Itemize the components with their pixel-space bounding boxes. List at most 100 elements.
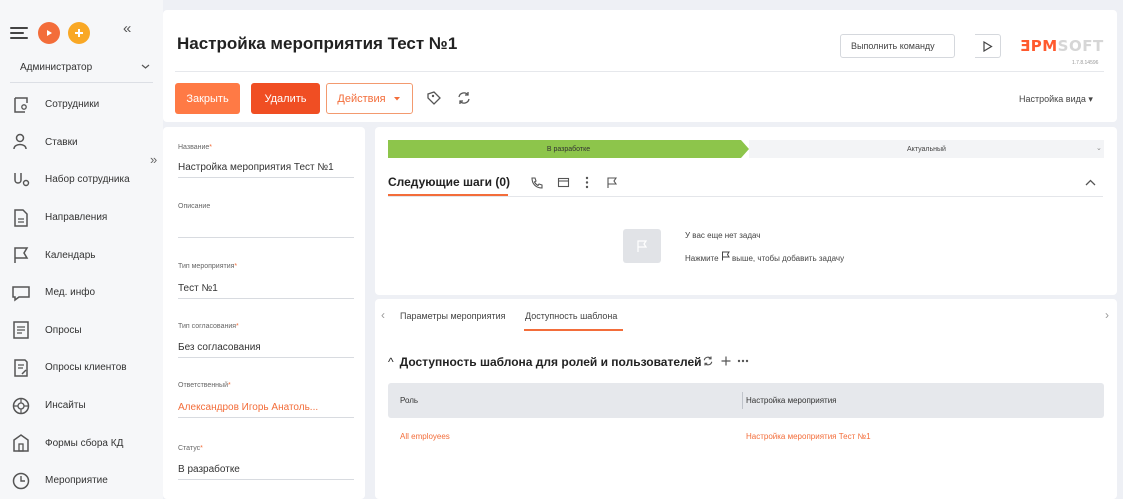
more-horizontal-icon[interactable] bbox=[737, 359, 749, 363]
sidebar-item-label: Опросы клиентов bbox=[45, 362, 127, 374]
active-tab-underline bbox=[524, 329, 623, 331]
view-settings-button[interactable]: Настройка вида ▾ bbox=[1019, 94, 1093, 105]
field-approval-value[interactable]: Без согласования bbox=[178, 342, 261, 353]
delete-button[interactable]: Удалить bbox=[251, 83, 320, 114]
sidebar-item-label: Направления bbox=[45, 212, 108, 224]
chevron-up-icon[interactable]: ^ bbox=[388, 355, 394, 369]
field-underline bbox=[178, 479, 354, 480]
sidebar-item-event[interactable]: Мероприятие bbox=[0, 462, 163, 499]
close-button[interactable]: Закрыть bbox=[175, 83, 240, 114]
sidebar-item-med-info[interactable]: Мед. инфо bbox=[0, 274, 163, 312]
role-label: Администратор bbox=[20, 62, 93, 73]
field-type-value[interactable]: Тест №1 bbox=[178, 283, 218, 294]
phone-icon[interactable] bbox=[530, 176, 543, 189]
sidebar-item-label: Мероприятие bbox=[45, 475, 108, 487]
sidebar-item-directions[interactable]: Направления bbox=[0, 199, 163, 237]
refresh-icon[interactable] bbox=[702, 355, 714, 367]
sidebar-item-insights[interactable]: Инсайты bbox=[0, 387, 163, 425]
field-owner-label: Ответственный* bbox=[178, 382, 231, 389]
sidebar-item-rates[interactable]: Ставки bbox=[0, 124, 163, 162]
stage-in-development[interactable]: В разработке bbox=[388, 140, 749, 158]
sidebar-divider bbox=[10, 82, 153, 83]
field-status-value[interactable]: В разработке bbox=[178, 464, 240, 475]
column-divider bbox=[742, 392, 743, 409]
field-approval-label: Тип согласования* bbox=[178, 323, 239, 330]
caret-down-icon bbox=[393, 96, 400, 100]
rates-icon bbox=[13, 134, 27, 150]
next-steps-divider bbox=[388, 196, 1103, 197]
field-name-value[interactable]: Настройка мероприятия Тест №1 bbox=[178, 162, 334, 173]
sidebar: « Администратор Сотрудники Ставки Набор … bbox=[0, 0, 163, 499]
sidebar-nav: Сотрудники Ставки Набор сотрудника Напра… bbox=[0, 86, 163, 499]
sidebar-item-surveys[interactable]: Опросы bbox=[0, 312, 163, 350]
page-header: Настройка мероприятия Тест №1 Выполнить … bbox=[163, 10, 1117, 122]
tabs-scroll-right-icon[interactable]: › bbox=[1105, 308, 1109, 322]
table-cell-event-setting[interactable]: Настройка мероприятия Тест №1 bbox=[746, 432, 871, 441]
app-logo: ƎPMSOFT bbox=[1020, 37, 1104, 55]
med-info-icon bbox=[12, 286, 30, 302]
command-input[interactable]: Выполнить команду bbox=[840, 34, 955, 58]
empty-tasks-text: У вас еще нет задач bbox=[685, 231, 761, 240]
insights-icon bbox=[12, 397, 30, 414]
expand-panel-icon[interactable]: » bbox=[150, 152, 157, 167]
menu-icon[interactable] bbox=[10, 26, 28, 40]
tab-event-parameters[interactable]: Параметры мероприятия bbox=[400, 311, 505, 321]
page-title: Настройка мероприятия Тест №1 bbox=[177, 34, 458, 53]
stages-dropdown-icon[interactable]: ⌄ bbox=[1096, 144, 1102, 152]
actions-label: Действия bbox=[337, 92, 386, 105]
sidebar-item-client-surveys[interactable]: Опросы клиентов bbox=[0, 349, 163, 387]
tag-icon[interactable] bbox=[426, 90, 442, 106]
actions-button[interactable]: Действия bbox=[326, 83, 413, 114]
table-header: Роль Настройка мероприятия bbox=[388, 383, 1104, 418]
field-status-label: Статус* bbox=[178, 445, 203, 452]
event-icon bbox=[12, 472, 30, 489]
more-vertical-icon[interactable] bbox=[584, 176, 590, 189]
refresh-icon[interactable] bbox=[456, 90, 472, 106]
table-cell-role[interactable]: All employees bbox=[400, 432, 450, 441]
sidebar-item-label: Набор сотрудника bbox=[45, 174, 130, 186]
flag-icon[interactable] bbox=[606, 176, 618, 189]
flag-icon bbox=[721, 251, 730, 261]
empty-tasks-placeholder bbox=[623, 229, 661, 263]
play-icon[interactable] bbox=[38, 22, 60, 44]
tabs-scroll-left-icon[interactable]: ‹ bbox=[381, 308, 385, 322]
empty-tasks-hint: Нажмите выше, чтобы добавить задачу bbox=[685, 251, 844, 263]
next-steps-title[interactable]: Следующие шаги (0) bbox=[388, 175, 510, 189]
directions-icon bbox=[14, 208, 28, 227]
sidebar-item-label: Опросы bbox=[45, 324, 82, 336]
availability-section-title: ^ Доступность шаблона для ролей и пользов… bbox=[388, 355, 702, 369]
sidebar-item-label: Мед. инфо bbox=[45, 287, 96, 299]
add-icon[interactable] bbox=[721, 356, 731, 366]
field-description-input[interactable] bbox=[178, 237, 354, 238]
header-divider bbox=[175, 71, 1104, 72]
field-owner-value[interactable]: Александров Игорь Анатоль... bbox=[178, 402, 318, 413]
sidebar-item-calendar[interactable]: Календарь bbox=[0, 236, 163, 274]
column-header-event-setting[interactable]: Настройка мероприятия bbox=[746, 396, 837, 405]
flag-icon bbox=[637, 240, 648, 252]
column-header-role[interactable]: Роль bbox=[400, 396, 418, 405]
role-selector[interactable]: Администратор bbox=[20, 62, 150, 74]
recruitment-icon bbox=[14, 172, 30, 187]
run-command-button[interactable] bbox=[975, 34, 1001, 58]
tab-template-availability[interactable]: Доступность шаблона bbox=[525, 311, 617, 321]
field-underline bbox=[178, 177, 354, 178]
stage-actual[interactable]: Актуальный bbox=[749, 140, 1104, 158]
sidebar-item-employees[interactable]: Сотрудники bbox=[0, 86, 163, 124]
sidebar-item-label: Ставки bbox=[45, 136, 78, 148]
sidebar-item-forms[interactable]: Формы сбора КД bbox=[0, 424, 163, 462]
email-icon[interactable] bbox=[557, 176, 570, 189]
field-underline bbox=[178, 298, 354, 299]
play-outline-icon bbox=[983, 40, 993, 52]
collapse-next-steps-icon[interactable] bbox=[1085, 177, 1096, 189]
employees-icon bbox=[14, 97, 28, 113]
sidebar-item-recruitment[interactable]: Набор сотрудника bbox=[0, 161, 163, 199]
collapse-sidebar-icon[interactable]: « bbox=[123, 20, 131, 37]
view-settings-label: Настройка вида bbox=[1019, 94, 1086, 104]
next-steps-panel: В разработке Актуальный ⌄ Следующие шаги… bbox=[375, 127, 1117, 295]
add-icon[interactable] bbox=[68, 22, 90, 44]
sidebar-item-label: Формы сбора КД bbox=[45, 437, 124, 449]
field-underline bbox=[178, 357, 354, 358]
client-surveys-icon bbox=[14, 359, 28, 377]
details-panel: ‹ Параметры мероприятия Доступность шабл… bbox=[375, 299, 1117, 499]
sidebar-item-label: Инсайты bbox=[45, 400, 86, 412]
